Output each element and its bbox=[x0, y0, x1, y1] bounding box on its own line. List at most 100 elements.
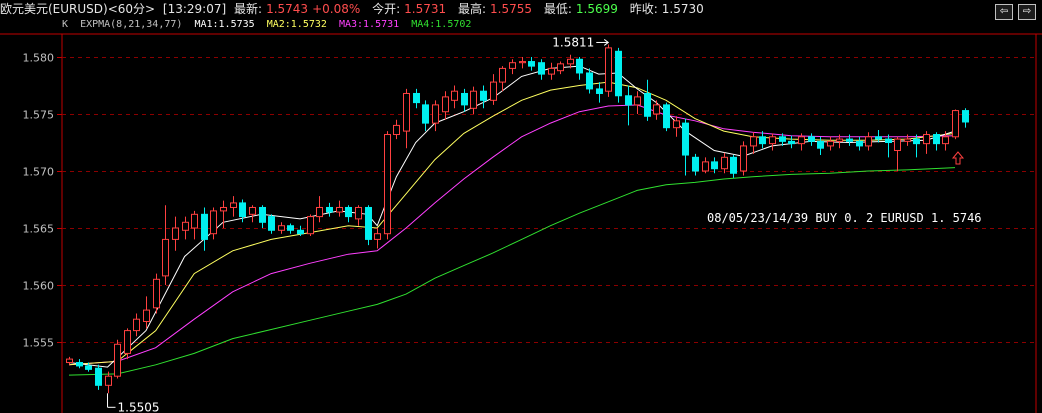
candle-body-up bbox=[307, 216, 314, 235]
candle-body-up bbox=[567, 58, 574, 65]
high-label: 1.5811 bbox=[552, 35, 594, 49]
candle-body-down bbox=[779, 136, 786, 142]
candle-body-down bbox=[885, 138, 892, 144]
candle-body-up bbox=[451, 90, 458, 101]
candle-body-up bbox=[827, 140, 834, 147]
candle-body-up bbox=[952, 110, 959, 138]
candle-body-down bbox=[913, 138, 920, 145]
y-tick-label: 1.570 bbox=[23, 166, 55, 179]
candle-body-up bbox=[249, 206, 256, 215]
candle-body-down bbox=[538, 62, 545, 75]
candle-body-up bbox=[210, 210, 217, 235]
candle-body-down bbox=[596, 88, 603, 94]
candle-body-down bbox=[808, 136, 815, 142]
candle-body-down bbox=[730, 156, 737, 174]
candle-body-down bbox=[76, 362, 83, 367]
candlestick-chart: 1.555 1.560 1.565 1.570 1.575 1.580 1.5811 1.55… bbox=[0, 33, 1042, 413]
candle-body-down bbox=[365, 206, 372, 240]
candle-body-up bbox=[769, 136, 776, 145]
candle-body-down bbox=[287, 225, 294, 231]
candle-body-down bbox=[759, 136, 766, 145]
low-label: 1.5505 bbox=[118, 400, 160, 413]
candle-body-down bbox=[85, 365, 92, 370]
candle-body-up bbox=[557, 63, 564, 72]
candle-body-down bbox=[817, 140, 824, 149]
candle-body-up bbox=[393, 124, 400, 136]
candle-body-up bbox=[942, 136, 949, 145]
candle-body-up bbox=[172, 227, 179, 240]
candle-body-up bbox=[702, 161, 709, 172]
candle-body-down bbox=[615, 50, 622, 97]
candle-body-down bbox=[297, 229, 304, 235]
candle-body-up bbox=[191, 213, 198, 229]
candle-body-down bbox=[461, 92, 468, 106]
candle-body-down bbox=[268, 216, 275, 231]
candle-body-up bbox=[923, 134, 930, 145]
candle-body-down bbox=[692, 156, 699, 172]
candle-body-up bbox=[634, 96, 641, 106]
candle-body-down bbox=[663, 104, 670, 129]
y-tick-label: 1.560 bbox=[23, 280, 55, 293]
candle-body-up bbox=[384, 134, 391, 235]
candle-body-up bbox=[66, 358, 73, 364]
candle-body-up bbox=[220, 206, 227, 212]
candle-body-down bbox=[682, 122, 689, 156]
candle-body-down bbox=[422, 104, 429, 124]
candle-body-up bbox=[278, 225, 285, 231]
candle-body-up bbox=[114, 343, 121, 377]
ma4-line bbox=[68, 167, 956, 376]
candle-body-down bbox=[788, 140, 795, 145]
candle-body-down bbox=[413, 92, 420, 104]
candle-body-up bbox=[432, 104, 439, 124]
candle-body-down bbox=[201, 213, 208, 240]
y-tick-label: 1.555 bbox=[23, 337, 55, 350]
candle-body-down bbox=[644, 92, 651, 117]
buy-signal-arrow-icon bbox=[951, 151, 965, 165]
candle-body-up bbox=[153, 278, 160, 309]
candle-body-down bbox=[259, 206, 266, 223]
candle-body-up bbox=[230, 202, 237, 208]
candle-body-down bbox=[95, 367, 102, 386]
candle-body-down bbox=[856, 140, 863, 147]
candle-body-up bbox=[316, 206, 323, 218]
candle-body-up bbox=[836, 138, 843, 142]
candle-body-up bbox=[336, 206, 343, 213]
candle-body-up bbox=[442, 96, 449, 113]
candle-body-up bbox=[182, 221, 189, 231]
candle-body-up bbox=[105, 375, 112, 386]
candle-body-up bbox=[653, 104, 660, 115]
candle-body-down bbox=[480, 90, 487, 101]
candle-body-up bbox=[750, 136, 757, 147]
candle-body-down bbox=[933, 134, 940, 145]
y-tick-label: 1.580 bbox=[23, 52, 55, 65]
candle-body-up bbox=[721, 156, 728, 170]
candle-body-up bbox=[798, 136, 805, 145]
candle-body-up bbox=[374, 233, 381, 240]
y-tick-label: 1.575 bbox=[23, 109, 55, 122]
candle-body-up bbox=[740, 145, 747, 172]
candle-body-up bbox=[490, 81, 497, 101]
candle-body-up bbox=[403, 92, 410, 132]
candle-body-up bbox=[124, 330, 131, 354]
candle-body-up bbox=[143, 309, 150, 322]
candle-body-up bbox=[355, 206, 362, 220]
candle-body-down bbox=[239, 202, 246, 218]
candle-body-up bbox=[894, 138, 901, 151]
candle-body-up bbox=[605, 47, 612, 92]
candle-body-up bbox=[470, 90, 477, 109]
candle-body-down bbox=[711, 161, 718, 170]
candle-body-down bbox=[586, 72, 593, 90]
trade-annotation: 08/05/23/14/39 BUY 0. 2 EURUSD 1. 5746 bbox=[707, 211, 982, 225]
candle-body-up bbox=[162, 238, 169, 277]
candle-body-down bbox=[326, 206, 333, 213]
candle-body-down bbox=[528, 61, 535, 67]
candle-body-up bbox=[673, 120, 680, 129]
candle-body-down bbox=[625, 95, 632, 106]
candle-body-up bbox=[548, 67, 555, 75]
candle-body-up bbox=[865, 136, 872, 147]
candle-body-up bbox=[509, 62, 516, 69]
candle-body-up bbox=[499, 67, 506, 83]
candle-body-up bbox=[904, 138, 911, 142]
candle-body-up bbox=[519, 61, 526, 64]
candle-body-down bbox=[875, 136, 882, 140]
